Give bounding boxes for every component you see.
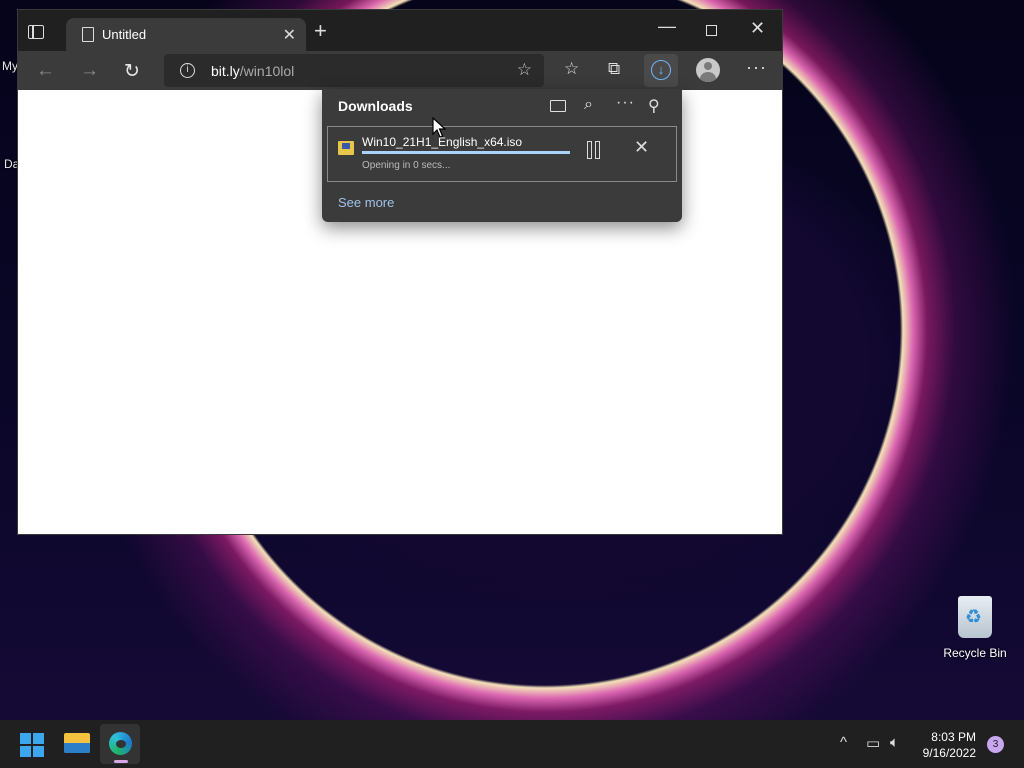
- favorites-icon[interactable]: ☆: [564, 59, 579, 79]
- pause-icon[interactable]: [587, 141, 601, 159]
- maximize-button[interactable]: [706, 25, 717, 36]
- browser-toolbar: ← → ↻ i bit.ly/win10lol ☆ ☆ ⧉ ↓ ···: [18, 51, 782, 90]
- search-icon[interactable]: ⌕: [584, 96, 593, 114]
- cancel-download-icon[interactable]: ✕: [634, 137, 649, 158]
- volume-icon[interactable]: 🔈︎: [890, 734, 899, 751]
- notification-badge[interactable]: 3: [987, 736, 1004, 753]
- page-icon: [82, 27, 94, 42]
- downloads-title: Downloads: [338, 98, 413, 114]
- close-window-button[interactable]: ✕: [750, 18, 765, 39]
- clock-time: 8:03 PM: [931, 730, 976, 744]
- new-tab-icon[interactable]: +: [314, 20, 327, 42]
- download-status: Opening in 0 secs...: [362, 160, 451, 171]
- desktop-icon-label-my[interactable]: My: [2, 59, 18, 73]
- downloads-flyout: Downloads ⌕ ··· ⚲ Win10_21H1_English_x64…: [322, 89, 682, 222]
- network-icon[interactable]: ▭: [866, 734, 880, 752]
- collections-icon[interactable]: ⧉: [608, 59, 620, 79]
- mouse-cursor-icon: [432, 117, 446, 138]
- file-explorer-icon[interactable]: [64, 733, 90, 753]
- windows-logo-tile: [33, 733, 44, 744]
- recycle-bin-label: Recycle Bin: [943, 646, 1007, 660]
- windows-logo-tile: [20, 746, 31, 757]
- download-icon: ↓: [651, 60, 671, 80]
- tab-close-icon[interactable]: ✕: [283, 25, 296, 45]
- more-options-icon[interactable]: ···: [616, 94, 635, 112]
- tab-title: Untitled: [102, 27, 147, 42]
- edge-taskbar-button[interactable]: [100, 724, 140, 764]
- add-favorite-icon[interactable]: ☆: [517, 60, 532, 80]
- start-button[interactable]: [20, 733, 44, 757]
- clock-date: 9/16/2022: [922, 746, 976, 760]
- show-hidden-icons-chevron-icon[interactable]: ^: [840, 734, 847, 751]
- download-progress-bar: [362, 151, 570, 154]
- open-folder-icon[interactable]: [550, 100, 566, 112]
- windows-logo-tile: [20, 733, 31, 744]
- reload-icon[interactable]: ↻: [124, 60, 140, 83]
- minimize-button[interactable]: —: [658, 16, 676, 37]
- downloads-button[interactable]: ↓: [644, 54, 678, 87]
- clock[interactable]: 8:03 PM 9/16/2022: [914, 729, 976, 761]
- url-host: bit.ly: [211, 63, 240, 79]
- active-app-indicator: [114, 760, 128, 763]
- url-path: /win10lol: [239, 63, 295, 79]
- see-more-link[interactable]: See more: [338, 195, 394, 210]
- address-bar[interactable]: i bit.ly/win10lol ☆: [164, 54, 544, 87]
- url-text[interactable]: bit.ly/win10lol: [211, 63, 294, 79]
- taskbar: ^ ▭ 🔈︎ 8:03 PM 9/16/2022 3: [0, 720, 1024, 768]
- forward-arrow-icon[interactable]: →: [80, 60, 99, 82]
- download-progress-fill: [362, 151, 570, 154]
- back-arrow-icon[interactable]: ←: [36, 60, 55, 82]
- recycle-bin[interactable]: Recycle Bin: [942, 596, 1008, 660]
- tab-actions-icon[interactable]: [28, 25, 44, 39]
- profile-avatar[interactable]: [696, 58, 720, 82]
- edge-icon: [109, 732, 132, 755]
- download-item[interactable]: Win10_21H1_English_x64.iso Opening in 0 …: [327, 126, 677, 182]
- windows-logo-tile: [33, 746, 44, 757]
- recycle-bin-icon: [958, 596, 992, 638]
- pin-icon[interactable]: ⚲: [648, 96, 660, 116]
- title-bar: Untitled ✕ + — ✕: [18, 10, 782, 51]
- iso-file-icon: [338, 141, 354, 155]
- tab-untitled[interactable]: Untitled ✕: [66, 18, 306, 51]
- settings-menu-icon[interactable]: ···: [746, 57, 767, 78]
- site-info-icon[interactable]: i: [180, 63, 195, 78]
